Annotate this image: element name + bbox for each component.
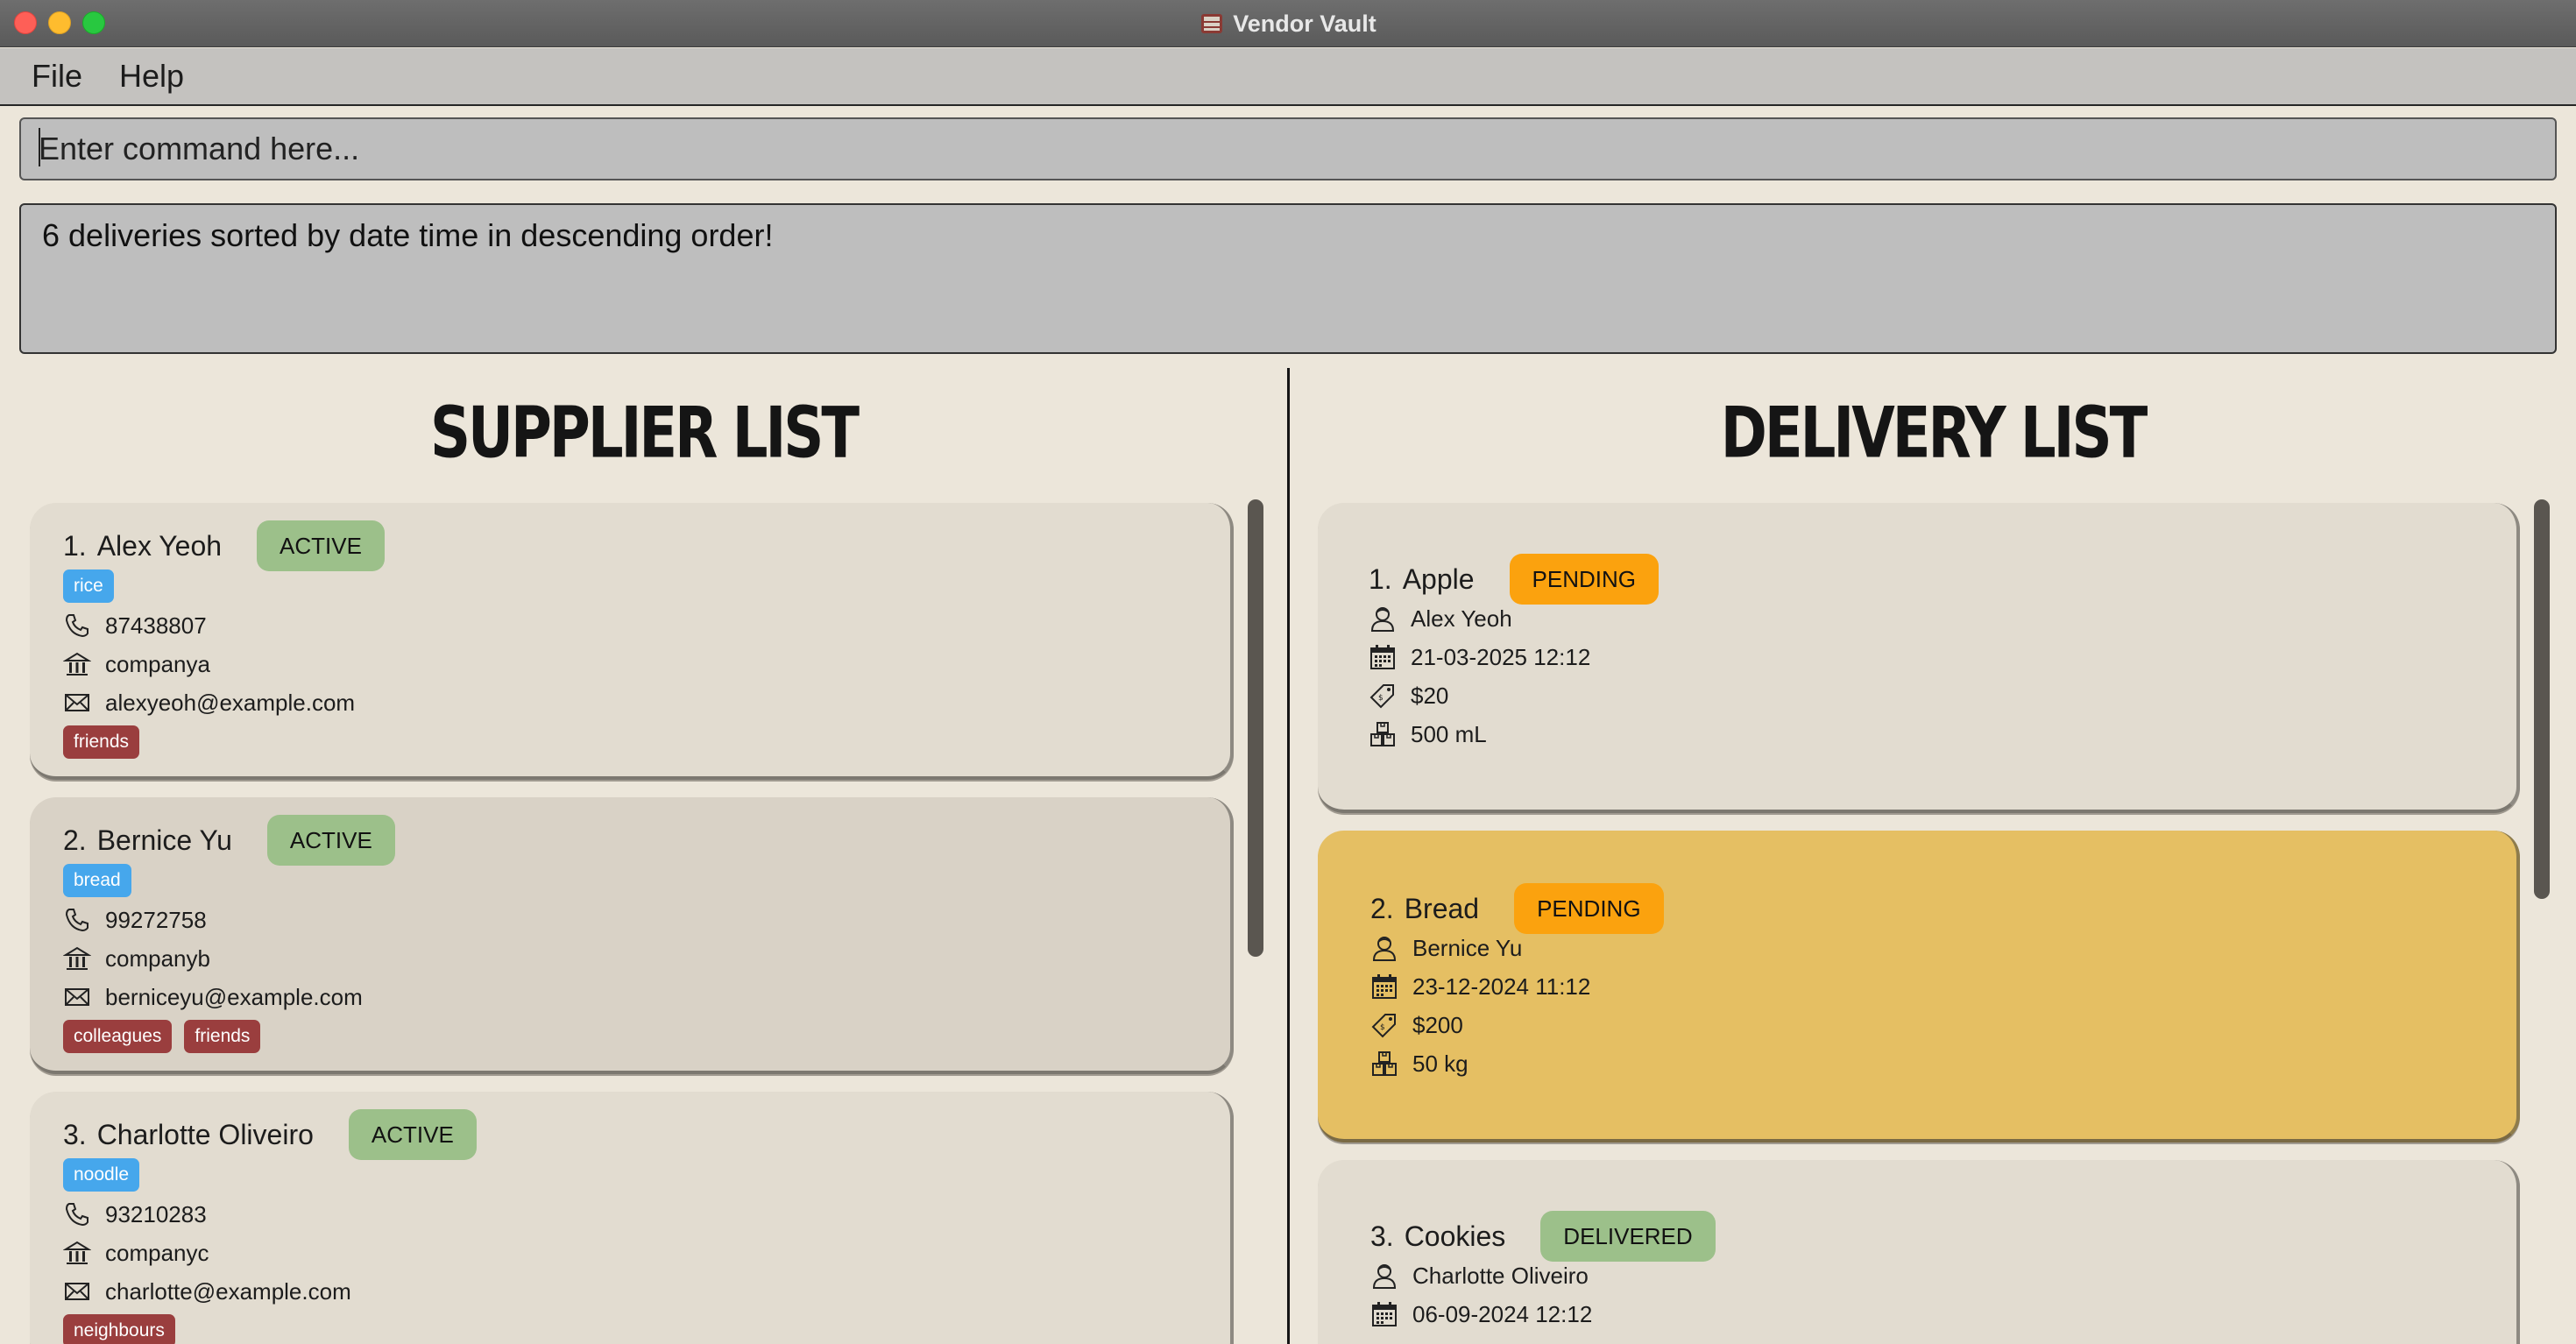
status-badge: ACTIVE — [257, 520, 385, 571]
delivery-product: Cookies — [1404, 1220, 1506, 1252]
delivery-card[interactable]: 3. Cookies DELIVERED Charlotte Oliveiro … — [1318, 1160, 2520, 1344]
calendar-icon — [1372, 1302, 1397, 1326]
email-icon — [65, 694, 89, 711]
person-icon — [1372, 1264, 1397, 1289]
supplier-email: berniceyu@example.com — [105, 983, 363, 1010]
calendar-icon — [1370, 645, 1395, 669]
product-tag: bread — [63, 864, 131, 897]
supplier-card[interactable]: 1. Alex Yeoh ACTIVE rice 87438807 compan… — [30, 503, 1234, 780]
person-icon — [1372, 937, 1397, 961]
menu-bar: File Help — [0, 48, 2576, 106]
supplier-list-scrollbar[interactable] — [1248, 499, 1263, 957]
delivery-cost: $20 — [1411, 682, 1449, 709]
supplier-tag: friends — [63, 725, 140, 759]
company-icon — [63, 1241, 91, 1264]
company-icon — [63, 652, 91, 676]
delivery-index: 1. — [1369, 562, 1392, 595]
delivery-supplier: Charlotte Oliveiro — [1412, 1262, 1589, 1289]
phone-icon — [65, 1203, 88, 1227]
text-cursor — [39, 128, 40, 166]
person-icon — [1370, 607, 1395, 632]
status-badge: PENDING — [1509, 554, 1659, 605]
command-input[interactable] — [19, 117, 2557, 180]
supplier-index: 2. — [63, 824, 87, 856]
delivery-cost: $200 — [1412, 1011, 1463, 1038]
delivery-product: Bread — [1404, 892, 1480, 924]
menu-help[interactable]: Help — [119, 58, 184, 95]
supplier-phone: 93210283 — [105, 1200, 207, 1227]
supplier-tag: neighbours — [63, 1314, 175, 1344]
supplier-company: companyc — [105, 1239, 209, 1266]
supplier-card[interactable]: 3. Charlotte Oliveiro ACTIVE noodle 9321… — [30, 1092, 1234, 1344]
delivery-list-scrollbar[interactable] — [2534, 499, 2550, 899]
result-message: 6 deliveries sorted by date time in desc… — [42, 217, 774, 253]
svg-text:$: $ — [1378, 694, 1384, 703]
supplier-name: Charlotte Oliveiro — [96, 1118, 314, 1150]
email-icon — [65, 988, 89, 1006]
supplier-phone: 87438807 — [105, 612, 207, 639]
supplier-company: companyb — [105, 944, 210, 972]
window-title: Vendor Vault — [1233, 10, 1376, 37]
supplier-email: charlotte@example.com — [105, 1277, 351, 1305]
boxes-icon — [1370, 722, 1395, 746]
product-tag: noodle — [63, 1158, 140, 1192]
supplier-index: 3. — [63, 1118, 87, 1150]
delivery-datetime: 06-09-2024 12:12 — [1412, 1300, 1593, 1327]
panel-divider — [1287, 368, 1290, 1344]
delivery-datetime: 23-12-2024 11:12 — [1412, 973, 1591, 1000]
supplier-name: Alex Yeoh — [96, 529, 223, 562]
boxes-icon — [1372, 1051, 1397, 1076]
status-badge: ACTIVE — [266, 815, 395, 866]
supplier-phone: 99272758 — [105, 906, 207, 933]
delivery-index: 3. — [1370, 1220, 1394, 1252]
app-window: Vendor Vault File Help 6 deliveries sort… — [0, 0, 2576, 1344]
price-tag-icon: $ — [1369, 684, 1394, 709]
delivery-quantity: 500 mL — [1411, 720, 1487, 747]
supplier-card[interactable]: 2. Bernice Yu ACTIVE bread 99272758 comp… — [30, 797, 1234, 1074]
company-icon — [63, 946, 91, 970]
delivery-index: 2. — [1370, 892, 1394, 924]
status-badge: DELIVERED — [1540, 1211, 1716, 1262]
delivery-card-selected[interactable]: 2. Bread PENDING Bernice Yu 23-12-2024 1… — [1318, 831, 2520, 1142]
app-icon — [1201, 14, 1223, 33]
phone-icon — [65, 909, 88, 932]
calendar-icon — [1372, 974, 1397, 999]
title-bar: Vendor Vault — [0, 0, 2576, 47]
supplier-list-header: SUPPLIER LIST — [429, 393, 860, 475]
supplier-tag: friends — [184, 1020, 261, 1053]
supplier-name: Bernice Yu — [96, 824, 232, 856]
delivery-product: Apple — [1402, 562, 1475, 595]
delivery-supplier: Bernice Yu — [1412, 934, 1523, 961]
email-icon — [65, 1283, 89, 1300]
svg-text:$: $ — [1380, 1023, 1385, 1032]
delivery-supplier: Alex Yeoh — [1411, 605, 1512, 632]
result-display: 6 deliveries sorted by date time in desc… — [19, 203, 2557, 354]
supplier-tag: colleagues — [63, 1020, 173, 1053]
delivery-quantity: 50 kg — [1412, 1050, 1468, 1077]
status-badge: ACTIVE — [348, 1109, 477, 1160]
supplier-company: companya — [105, 650, 210, 677]
delivery-datetime: 21-03-2025 12:12 — [1411, 643, 1591, 670]
delivery-list-header: DELIVERY LIST — [1720, 393, 2148, 475]
supplier-index: 1. — [63, 529, 87, 562]
supplier-email: alexyeoh@example.com — [105, 689, 356, 716]
menu-file[interactable]: File — [32, 58, 82, 95]
price-tag-icon: $ — [1371, 1014, 1396, 1038]
product-tag: rice — [63, 569, 114, 603]
phone-icon — [65, 614, 88, 638]
delivery-card[interactable]: 1. Apple PENDING Alex Yeoh 21-03-2025 12… — [1318, 503, 2520, 813]
status-badge: PENDING — [1514, 883, 1664, 934]
